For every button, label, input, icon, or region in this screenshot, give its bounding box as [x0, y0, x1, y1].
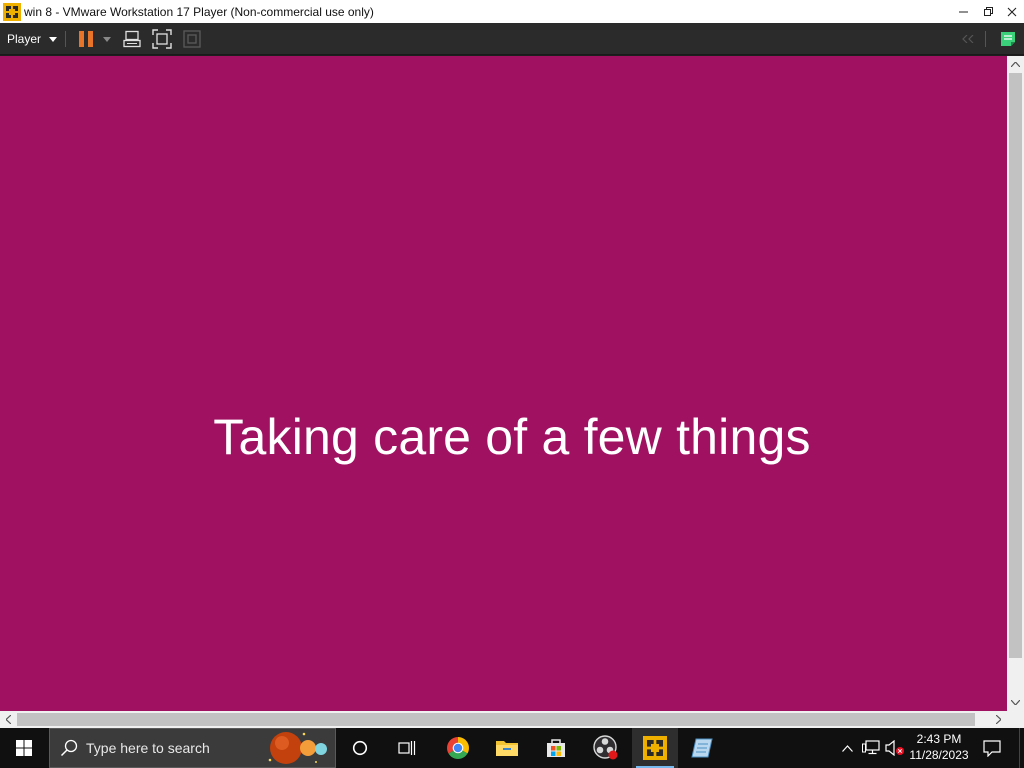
network-icon	[862, 740, 880, 755]
chrome-icon	[447, 737, 469, 759]
scroll-down-button[interactable]	[1007, 694, 1024, 711]
minimize-button[interactable]	[952, 0, 976, 23]
clock-time: 2:43 PM	[916, 732, 962, 746]
obs-icon	[593, 735, 618, 760]
scroll-left-button[interactable]	[0, 711, 17, 728]
vmware-window: win 8 - VMware Workstation 17 Player (No…	[0, 0, 1024, 768]
network-tray-button[interactable]	[860, 728, 882, 768]
horizontal-scroll-thumb[interactable]	[17, 713, 975, 726]
cortana-button[interactable]	[337, 728, 383, 768]
fit-guest-icon	[152, 29, 172, 49]
clock-date: 11/28/2023	[909, 748, 969, 762]
windows-logo-icon	[16, 740, 32, 756]
unity-button[interactable]	[180, 27, 204, 51]
collapse-icon	[962, 35, 974, 43]
vmware-taskbar-button[interactable]	[632, 728, 678, 768]
chevron-right-icon	[996, 715, 1001, 724]
notepad-icon	[691, 738, 713, 758]
close-icon	[1007, 7, 1017, 16]
player-menu-label: Player	[7, 32, 42, 46]
search-icon	[60, 739, 78, 757]
scroll-up-button[interactable]	[1007, 56, 1024, 73]
chevron-down-icon	[49, 36, 58, 42]
window-controls	[952, 0, 1024, 23]
pause-button[interactable]	[76, 27, 96, 51]
notepad-taskbar-button[interactable]	[680, 728, 726, 768]
microsoft-store-icon	[547, 739, 565, 757]
windows-taskbar: Type here to search 2:43 PM 11/28/2023	[0, 728, 1024, 768]
restore-button[interactable]	[976, 0, 1000, 23]
scroll-right-button[interactable]	[990, 711, 1007, 728]
vm-display[interactable]	[0, 56, 1007, 711]
microsoft-store-taskbar-button[interactable]	[533, 728, 579, 768]
send-ctrl-alt-del-button[interactable]	[120, 27, 144, 51]
notifications-button[interactable]	[978, 728, 1006, 768]
unity-icon	[183, 30, 201, 48]
vertical-scroll-thumb[interactable]	[1009, 73, 1022, 658]
task-view-button[interactable]	[384, 728, 430, 768]
obs-taskbar-button[interactable]	[583, 728, 629, 768]
minimize-icon	[959, 11, 968, 12]
task-view-icon	[398, 741, 416, 755]
volume-muted-icon	[885, 740, 904, 756]
player-menu-button[interactable]: Player	[2, 27, 63, 51]
search-placeholder: Type here to search	[86, 740, 210, 756]
horizontal-scrollbar[interactable]	[0, 711, 1024, 728]
show-hidden-icons-icon	[841, 744, 853, 752]
send-ctrl-alt-del-icon	[123, 30, 141, 48]
notes-icon	[1001, 32, 1015, 46]
collapse-toolbar-button[interactable]	[958, 27, 978, 51]
search-highlight-planets-icon	[268, 732, 327, 764]
power-options-dropdown[interactable]	[100, 27, 114, 51]
chevron-left-icon	[6, 715, 11, 724]
toolbar-divider	[65, 31, 66, 47]
setup-status-message: Taking care of a few things	[213, 409, 811, 465]
file-explorer-taskbar-button[interactable]	[484, 728, 530, 768]
window-title: win 8 - VMware Workstation 17 Player (No…	[24, 4, 374, 19]
toolbar-divider	[985, 31, 986, 47]
show-desktop-button[interactable]	[1019, 728, 1024, 768]
player-toolbar: Player	[0, 23, 1024, 55]
file-explorer-icon	[496, 741, 518, 756]
chevron-down-icon	[1011, 700, 1020, 705]
cortana-circle-icon	[352, 740, 368, 756]
pause-icon	[79, 31, 93, 47]
vertical-scrollbar[interactable]	[1007, 56, 1024, 711]
fit-guest-button[interactable]	[150, 27, 174, 51]
notes-button[interactable]	[996, 27, 1020, 51]
taskbar-clock[interactable]: 2:43 PM 11/28/2023	[906, 731, 972, 763]
notifications-icon	[983, 739, 1001, 757]
chevron-up-icon	[1011, 62, 1020, 67]
vmware-icon	[643, 736, 667, 760]
chrome-taskbar-button[interactable]	[435, 728, 481, 768]
show-hidden-icons-button[interactable]	[838, 728, 856, 768]
dropdown-arrow-icon	[103, 36, 111, 42]
start-button[interactable]	[0, 728, 48, 768]
restore-icon	[984, 6, 993, 16]
close-button[interactable]	[1000, 0, 1024, 23]
title-bar: win 8 - VMware Workstation 17 Player (No…	[0, 0, 1024, 23]
vmware-icon	[3, 2, 21, 21]
taskbar-search-box[interactable]: Type here to search	[49, 728, 336, 768]
volume-tray-button[interactable]	[884, 728, 906, 768]
